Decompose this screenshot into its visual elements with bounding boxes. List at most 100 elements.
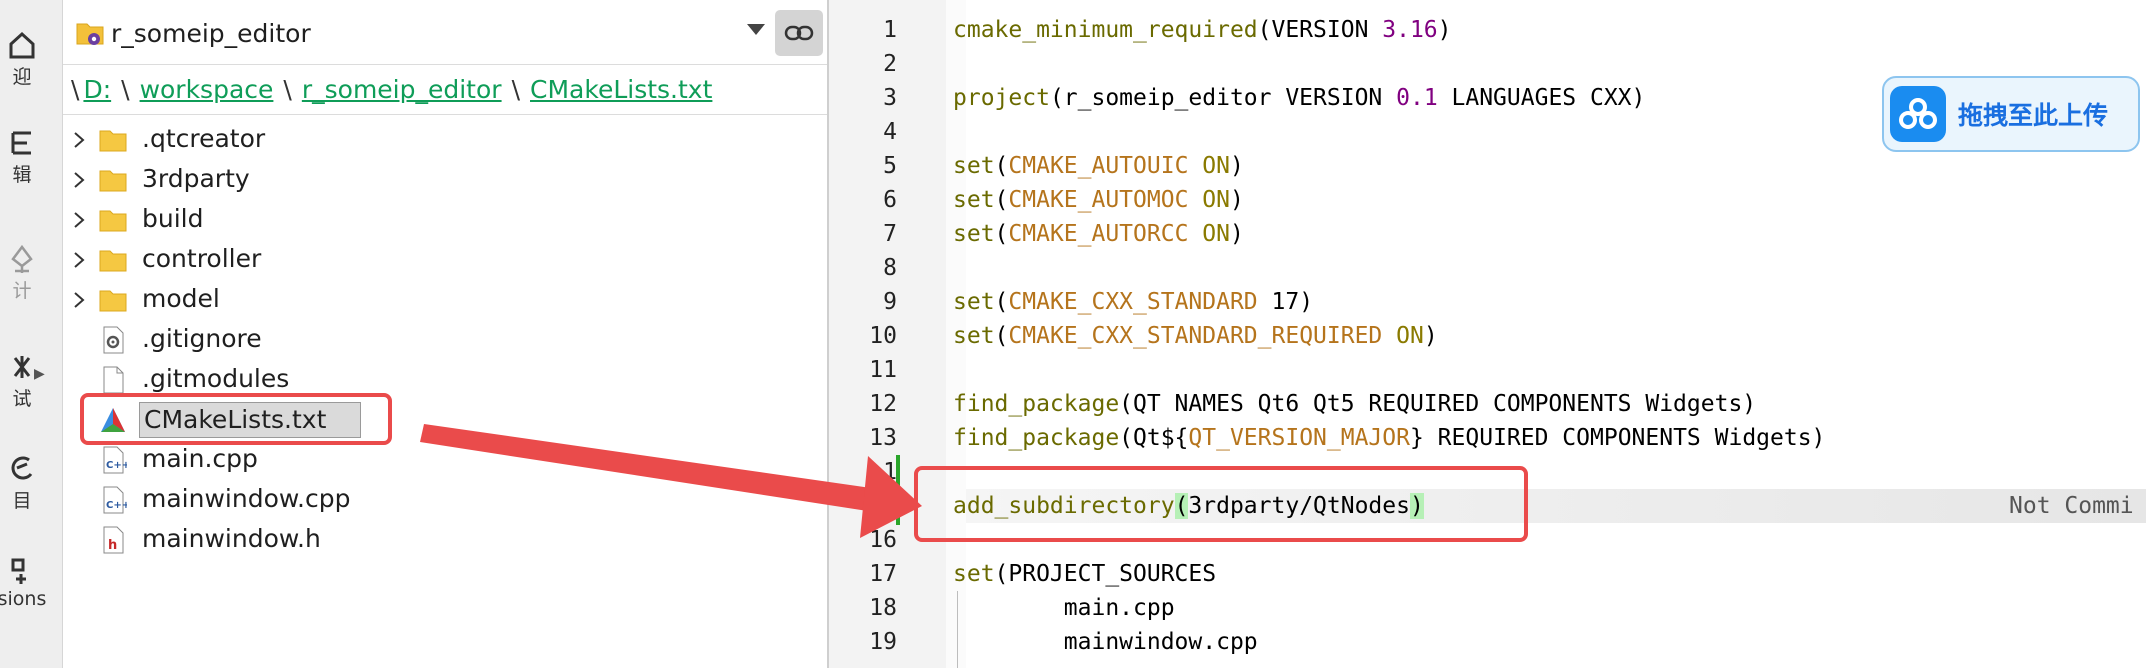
mode-label: 试 [12,388,32,410]
line-number: 13 [869,425,897,451]
code-token: project [953,85,1050,111]
tree-item-main-cpp[interactable]: C++ main.cpp [63,440,827,480]
code-line[interactable]: 12 find_package(QT NAMES Qt6 Qt5 REQUIRED… [829,387,2146,421]
tree-item-mainwindow-h[interactable]: h mainwindow.h [63,520,827,560]
breadcrumb-file[interactable]: CMakeLists.txt [530,75,712,104]
code-token: ON [1396,323,1424,349]
mode-expand-arrow-icon[interactable]: ▶ [34,366,45,382]
code-line[interactable]: 18 main.cpp [829,591,2146,625]
indent-guide [957,591,958,668]
chevron-down-icon[interactable] [747,24,765,35]
cloud-logo-icon [1890,86,1946,142]
mode-label: 计 [12,280,32,302]
code-line[interactable]: 17 set(PROJECT_SOURCES [829,557,2146,591]
code-token: 17) [1257,289,1314,315]
tree-item-build[interactable]: build [63,200,827,240]
line-number: 3 [883,85,897,111]
code-token: 3.16 [1382,17,1438,43]
code-line[interactable]: 8 [829,251,2146,285]
code-token: (PROJECT_SOURCES [994,561,1217,587]
annotation-highlight-code [914,466,1528,542]
code-line[interactable]: 10 set(CMAKE_CXX_STANDARD_REQUIRED ON) [829,319,2146,353]
code-token: (r_someip_editor VERSION [1049,85,1397,111]
folder-icon [99,210,127,232]
line-number: 1 [883,493,897,519]
upload-drop-zone[interactable]: 拖拽至此上传 [1882,76,2140,152]
line-number: 11 [869,357,897,383]
tree-item-label: mainwindow.h [142,524,321,553]
code-token: set [953,561,995,587]
mode-projects[interactable]: 目 [0,454,52,513]
folder-icon [99,290,127,312]
project-name: r_someip_editor [111,18,311,48]
chevron-right-icon[interactable] [69,170,89,190]
code-token: ( [994,221,1009,247]
tree-item-model[interactable]: model [63,280,827,320]
chevron-right-icon[interactable] [69,210,89,230]
breadcrumb-project[interactable]: r_someip_editor [302,75,502,104]
sync-editor-button[interactable] [775,10,823,56]
tree-item-label: mainwindow.cpp [142,484,351,513]
tree-item-gitignore[interactable]: .gitignore [63,320,827,360]
code-token: (VERSION [1257,17,1383,43]
code-token: ON [1202,187,1230,213]
chevron-right-icon[interactable] [69,290,89,310]
code-token: ( [994,323,1009,349]
code-line[interactable]: 19 mainwindow.cpp [829,625,2146,659]
debug-icon [13,356,31,378]
git-change-marker [896,455,900,525]
mode-design[interactable]: 计 [0,244,52,303]
file-icon [103,366,124,394]
tree-item-qtcreator[interactable]: .qtcreator [63,120,827,160]
code-text: set(CMAKE_CXX_STANDARD_REQUIRED ON) [953,319,1438,353]
chevron-right-icon[interactable] [69,130,89,150]
design-icon [11,244,33,273]
code-token: set [953,187,995,213]
cpp-file-icon: C++ [103,446,127,474]
breadcrumb-separator: \ [283,75,292,104]
tree-item-3rdparty[interactable]: 3rdparty [63,160,827,200]
code-token: set [953,153,995,179]
mode-label: 辑 [12,164,32,186]
mode-extensions[interactable]: sions [0,556,52,610]
tree-item-label: main.cpp [142,444,258,473]
tree-item-controller[interactable]: controller [63,240,827,280]
project-selector[interactable]: r_someip_editor [69,10,773,56]
code-line[interactable]: 13 find_package(Qt${QT_VERSION_MAJOR} REQ… [829,421,2146,455]
code-token: 0.1 [1396,85,1438,111]
tree-item-label: model [142,284,220,313]
tree-item-label: .gitignore [142,324,262,353]
code-line[interactable]: 1 cmake_minimum_required(VERSION 3.16) [829,13,2146,47]
code-token: cmake_minimum_required [953,17,1258,43]
tree-item-label: 3rdparty [142,164,250,193]
code-text: set(CMAKE_AUTORCC ON) [953,217,1244,251]
code-line[interactable]: 5 set(CMAKE_AUTOUIC ON) [829,149,2146,183]
breadcrumb-drive[interactable]: D: [83,75,111,104]
tree-item-label: build [142,204,204,233]
mode-welcome[interactable]: 迎 [0,30,52,89]
code-token: set [953,323,995,349]
line-number: 10 [869,323,897,349]
tree-item-mainwindow-cpp[interactable]: C++ mainwindow.cpp [63,480,827,520]
line-number: 4 [883,119,897,145]
code-line[interactable]: 11 [829,353,2146,387]
chevron-right-icon[interactable] [69,250,89,270]
code-token: ) [1423,323,1438,349]
mode-edit[interactable]: 辑 [0,128,52,187]
code-line[interactable]: 7 set(CMAKE_AUTORCC ON) [829,217,2146,251]
code-text: set(CMAKE_CXX_STANDARD 17) [953,285,1313,319]
code-line[interactable]: 6 set(CMAKE_AUTOMOC ON) [829,183,2146,217]
line-number: 1 [883,17,897,43]
tree-item-label: controller [142,244,262,273]
svg-text:h: h [108,538,117,553]
code-text: set(CMAKE_AUTOMOC ON) [953,183,1244,217]
code-line[interactable]: 9 set(CMAKE_CXX_STANDARD 17) [829,285,2146,319]
code-token: } REQUIRED COMPONENTS Widgets) [1409,425,1826,451]
code-token: QT_VERSION_MAJOR [1188,425,1410,451]
breadcrumb-workspace[interactable]: workspace [140,75,274,104]
code-token: ) [1437,17,1452,43]
code-token: CMAKE_AUTOUIC [1008,153,1189,179]
line-number: 2 [883,51,897,77]
